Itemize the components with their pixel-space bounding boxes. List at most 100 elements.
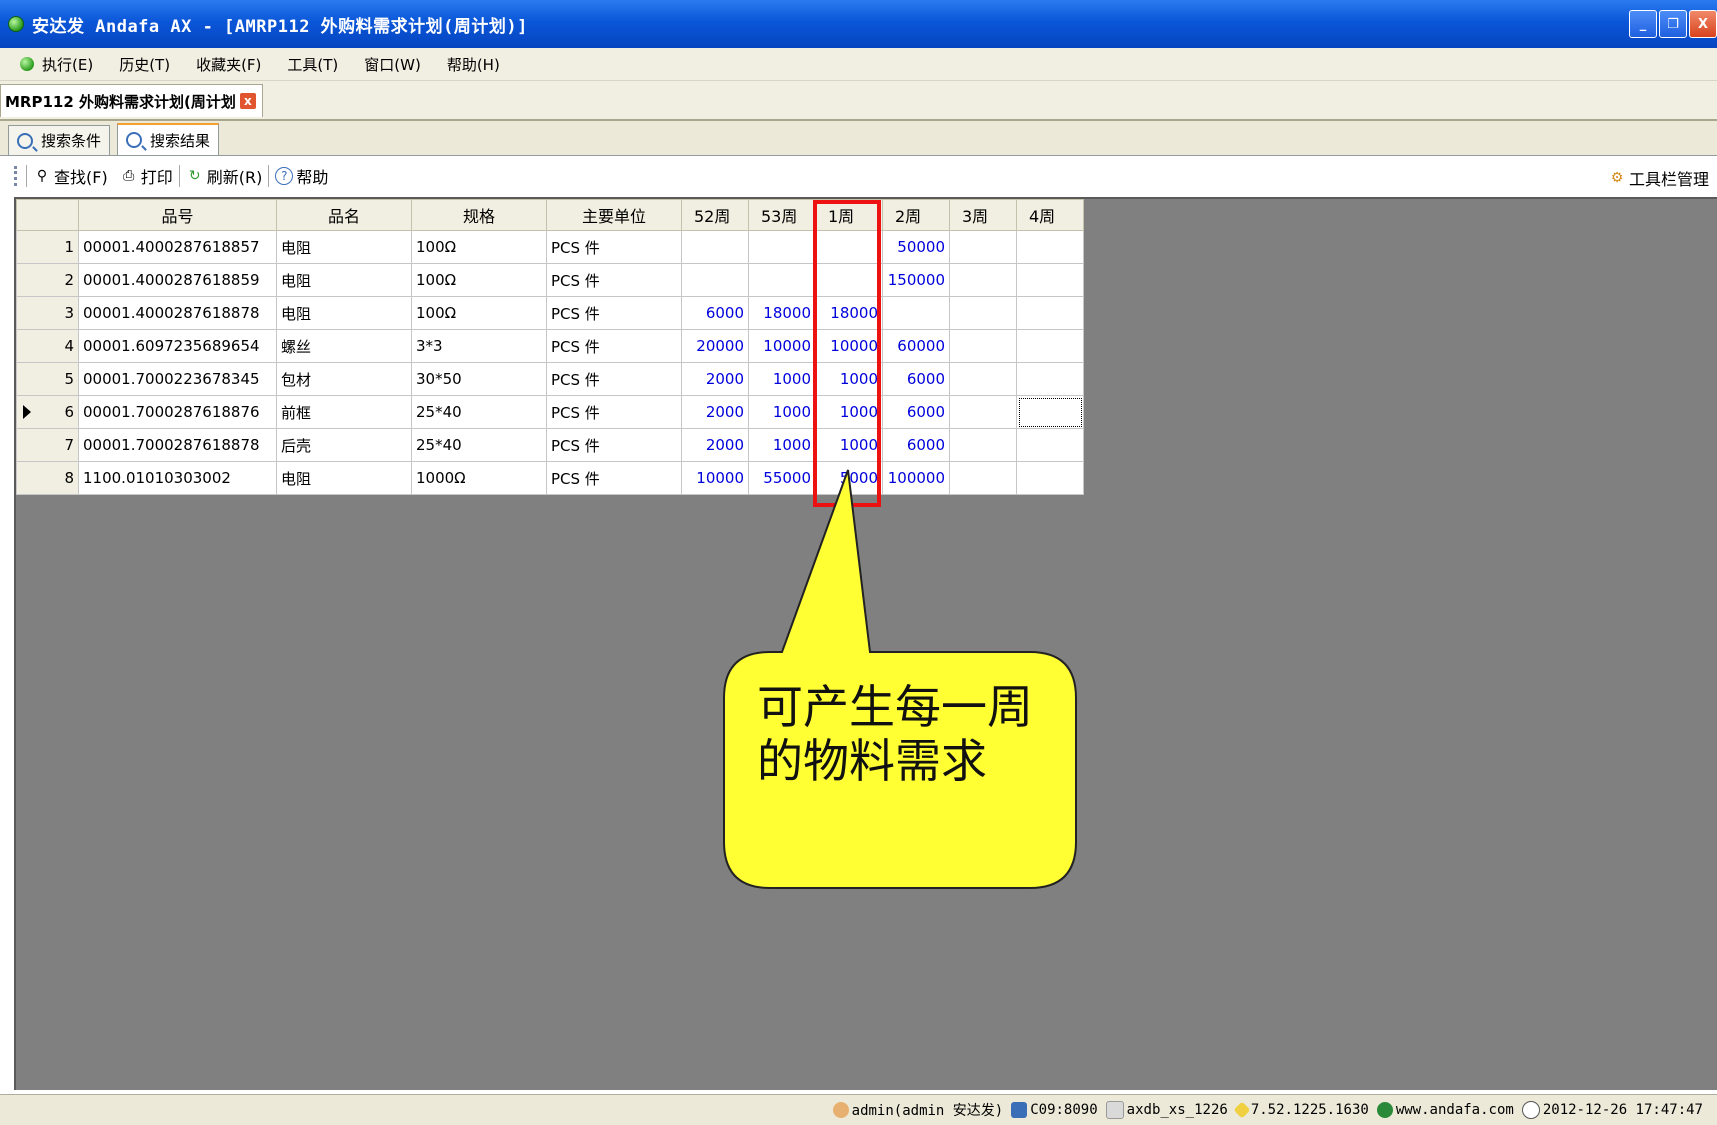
cell-week-1[interactable]: 1000 [815, 428, 883, 462]
cell-week-52[interactable]: 2000 [681, 395, 749, 429]
cell-code[interactable]: 1100.01010303002 [78, 461, 277, 495]
tab-search-results[interactable]: 搜索结果 [117, 123, 220, 155]
cell-spec[interactable]: 100Ω [411, 263, 547, 297]
row-number[interactable]: 4 [16, 329, 79, 363]
cell-week-3[interactable] [949, 428, 1017, 462]
app-menu-icon[interactable] [20, 57, 34, 71]
cell-spec[interactable]: 100Ω [411, 230, 547, 264]
cell-week-4[interactable] [1016, 263, 1084, 297]
table-row[interactable]: 4 00001.6097235689654 螺丝 3*3 PCS 件 20000 10000… [16, 329, 1084, 363]
table-row[interactable]: 2 00001.4000287618859 电阻 100Ω PCS 件 150000 [16, 263, 1084, 297]
cell-week-2[interactable]: 100000 [882, 461, 950, 495]
cell-week-53[interactable]: 1000 [748, 428, 816, 462]
column-header-week-53[interactable]: 53周 [748, 199, 816, 231]
cell-spec[interactable]: 25*40 [411, 395, 547, 429]
cell-code[interactable]: 00001.4000287618857 [78, 230, 277, 264]
cell-week-3[interactable] [949, 296, 1017, 330]
restore-button[interactable]: ❐ [1659, 10, 1687, 38]
cell-week-4[interactable] [1016, 428, 1084, 462]
cell-week-1[interactable] [815, 263, 883, 297]
menu-favorites[interactable]: 收藏夹(F) [196, 54, 261, 75]
cell-name[interactable]: 电阻 [276, 461, 412, 495]
cell-week-4[interactable] [1016, 230, 1084, 264]
toolbar-grip[interactable] [14, 166, 20, 186]
cell-spec[interactable]: 100Ω [411, 296, 547, 330]
cell-week-52[interactable]: 10000 [681, 461, 749, 495]
cell-code[interactable]: 00001.7000223678345 [78, 362, 277, 396]
menu-tools[interactable]: 工具(T) [287, 54, 338, 75]
menu-execute[interactable]: 执行(E) [42, 54, 93, 75]
row-number[interactable]: 8 [16, 461, 79, 495]
cell-week-1[interactable]: 18000 [815, 296, 883, 330]
table-row[interactable]: 7 00001.7000287618878 后壳 25*40 PCS 件 2000 1000… [16, 428, 1084, 462]
table-row[interactable]: 8 1100.01010303002 电阻 1000Ω PCS 件 10000 55000 5… [16, 461, 1084, 495]
cell-week-2[interactable]: 60000 [882, 329, 950, 363]
cell-week-4[interactable] [1016, 362, 1084, 396]
cell-week-3[interactable] [949, 230, 1017, 264]
cell-name[interactable]: 前框 [276, 395, 412, 429]
menu-help[interactable]: 帮助(H) [447, 54, 500, 75]
cell-name[interactable]: 包材 [276, 362, 412, 396]
cell-week-53[interactable] [748, 263, 816, 297]
cell-week-3[interactable] [949, 329, 1017, 363]
cell-unit[interactable]: PCS 件 [546, 296, 682, 330]
grid-corner[interactable] [16, 199, 79, 231]
cell-week-1[interactable]: 5000 [815, 461, 883, 495]
cell-name[interactable]: 后壳 [276, 428, 412, 462]
cell-week-53[interactable]: 1000 [748, 362, 816, 396]
cell-week-2[interactable] [882, 296, 950, 330]
status-website[interactable]: www.andafa.com [1396, 1102, 1514, 1118]
cell-week-2[interactable]: 6000 [882, 395, 950, 429]
cell-spec[interactable]: 25*40 [411, 428, 547, 462]
column-header-unit[interactable]: 主要单位 [546, 199, 682, 231]
column-header-name[interactable]: 品名 [276, 199, 412, 231]
cell-unit[interactable]: PCS 件 [546, 362, 682, 396]
cell-code[interactable]: 00001.4000287618859 [78, 263, 277, 297]
row-number[interactable]: 2 [16, 263, 79, 297]
cell-week-53[interactable]: 1000 [748, 395, 816, 429]
cell-week-1[interactable] [815, 230, 883, 264]
cell-spec[interactable]: 30*50 [411, 362, 547, 396]
cell-code[interactable]: 00001.7000287618876 [78, 395, 277, 429]
print-button[interactable]: ⎙ 打印 [120, 164, 173, 188]
cell-week-3[interactable] [949, 362, 1017, 396]
cell-unit[interactable]: PCS 件 [546, 395, 682, 429]
cell-name[interactable]: 螺丝 [276, 329, 412, 363]
cell-week-53[interactable]: 18000 [748, 296, 816, 330]
column-header-week-52[interactable]: 52周 [681, 199, 749, 231]
column-header-week-4[interactable]: 4周 [1016, 199, 1084, 231]
cell-week-3[interactable] [949, 263, 1017, 297]
cell-unit[interactable]: PCS 件 [546, 461, 682, 495]
column-header-spec[interactable]: 规格 [411, 199, 547, 231]
row-number[interactable]: 3 [16, 296, 79, 330]
cell-week-2[interactable]: 50000 [882, 230, 950, 264]
cell-unit[interactable]: PCS 件 [546, 329, 682, 363]
cell-week-1[interactable]: 10000 [815, 329, 883, 363]
table-row[interactable]: 3 00001.4000287618878 电阻 100Ω PCS 件 6000 18000… [16, 296, 1084, 330]
cell-code[interactable]: 00001.6097235689654 [78, 329, 277, 363]
cell-unit[interactable]: PCS 件 [546, 428, 682, 462]
cell-week-52[interactable]: 20000 [681, 329, 749, 363]
cell-code[interactable]: 00001.4000287618878 [78, 296, 277, 330]
cell-week-2[interactable]: 6000 [882, 428, 950, 462]
tab-search-criteria[interactable]: 搜索条件 [8, 125, 111, 155]
cell-week-2[interactable]: 6000 [882, 362, 950, 396]
cell-week-52[interactable]: 6000 [681, 296, 749, 330]
cell-week-53[interactable] [748, 230, 816, 264]
column-header-week-3[interactable]: 3周 [949, 199, 1017, 231]
cell-unit[interactable]: PCS 件 [546, 263, 682, 297]
table-row[interactable]: 1 00001.4000287618857 电阻 100Ω PCS 件 50000 [16, 230, 1084, 264]
toolbar-manage-button[interactable]: ⚙ 工具栏管理 [1608, 166, 1709, 190]
cell-name[interactable]: 电阻 [276, 230, 412, 264]
table-row[interactable]: 6 00001.7000287618876 前框 25*40 PCS 件 2000 1000… [16, 395, 1084, 429]
menu-window[interactable]: 窗口(W) [364, 54, 421, 75]
cell-week-53[interactable]: 55000 [748, 461, 816, 495]
minimize-button[interactable]: _ [1629, 10, 1657, 38]
column-header-week-1[interactable]: 1周 [815, 199, 883, 231]
cell-week-52[interactable]: 2000 [681, 362, 749, 396]
cell-week-4[interactable] [1016, 461, 1084, 495]
column-header-code[interactable]: 品号 [78, 199, 277, 231]
cell-name[interactable]: 电阻 [276, 263, 412, 297]
cell-week-3[interactable] [949, 395, 1017, 429]
menu-history[interactable]: 历史(T) [119, 54, 170, 75]
